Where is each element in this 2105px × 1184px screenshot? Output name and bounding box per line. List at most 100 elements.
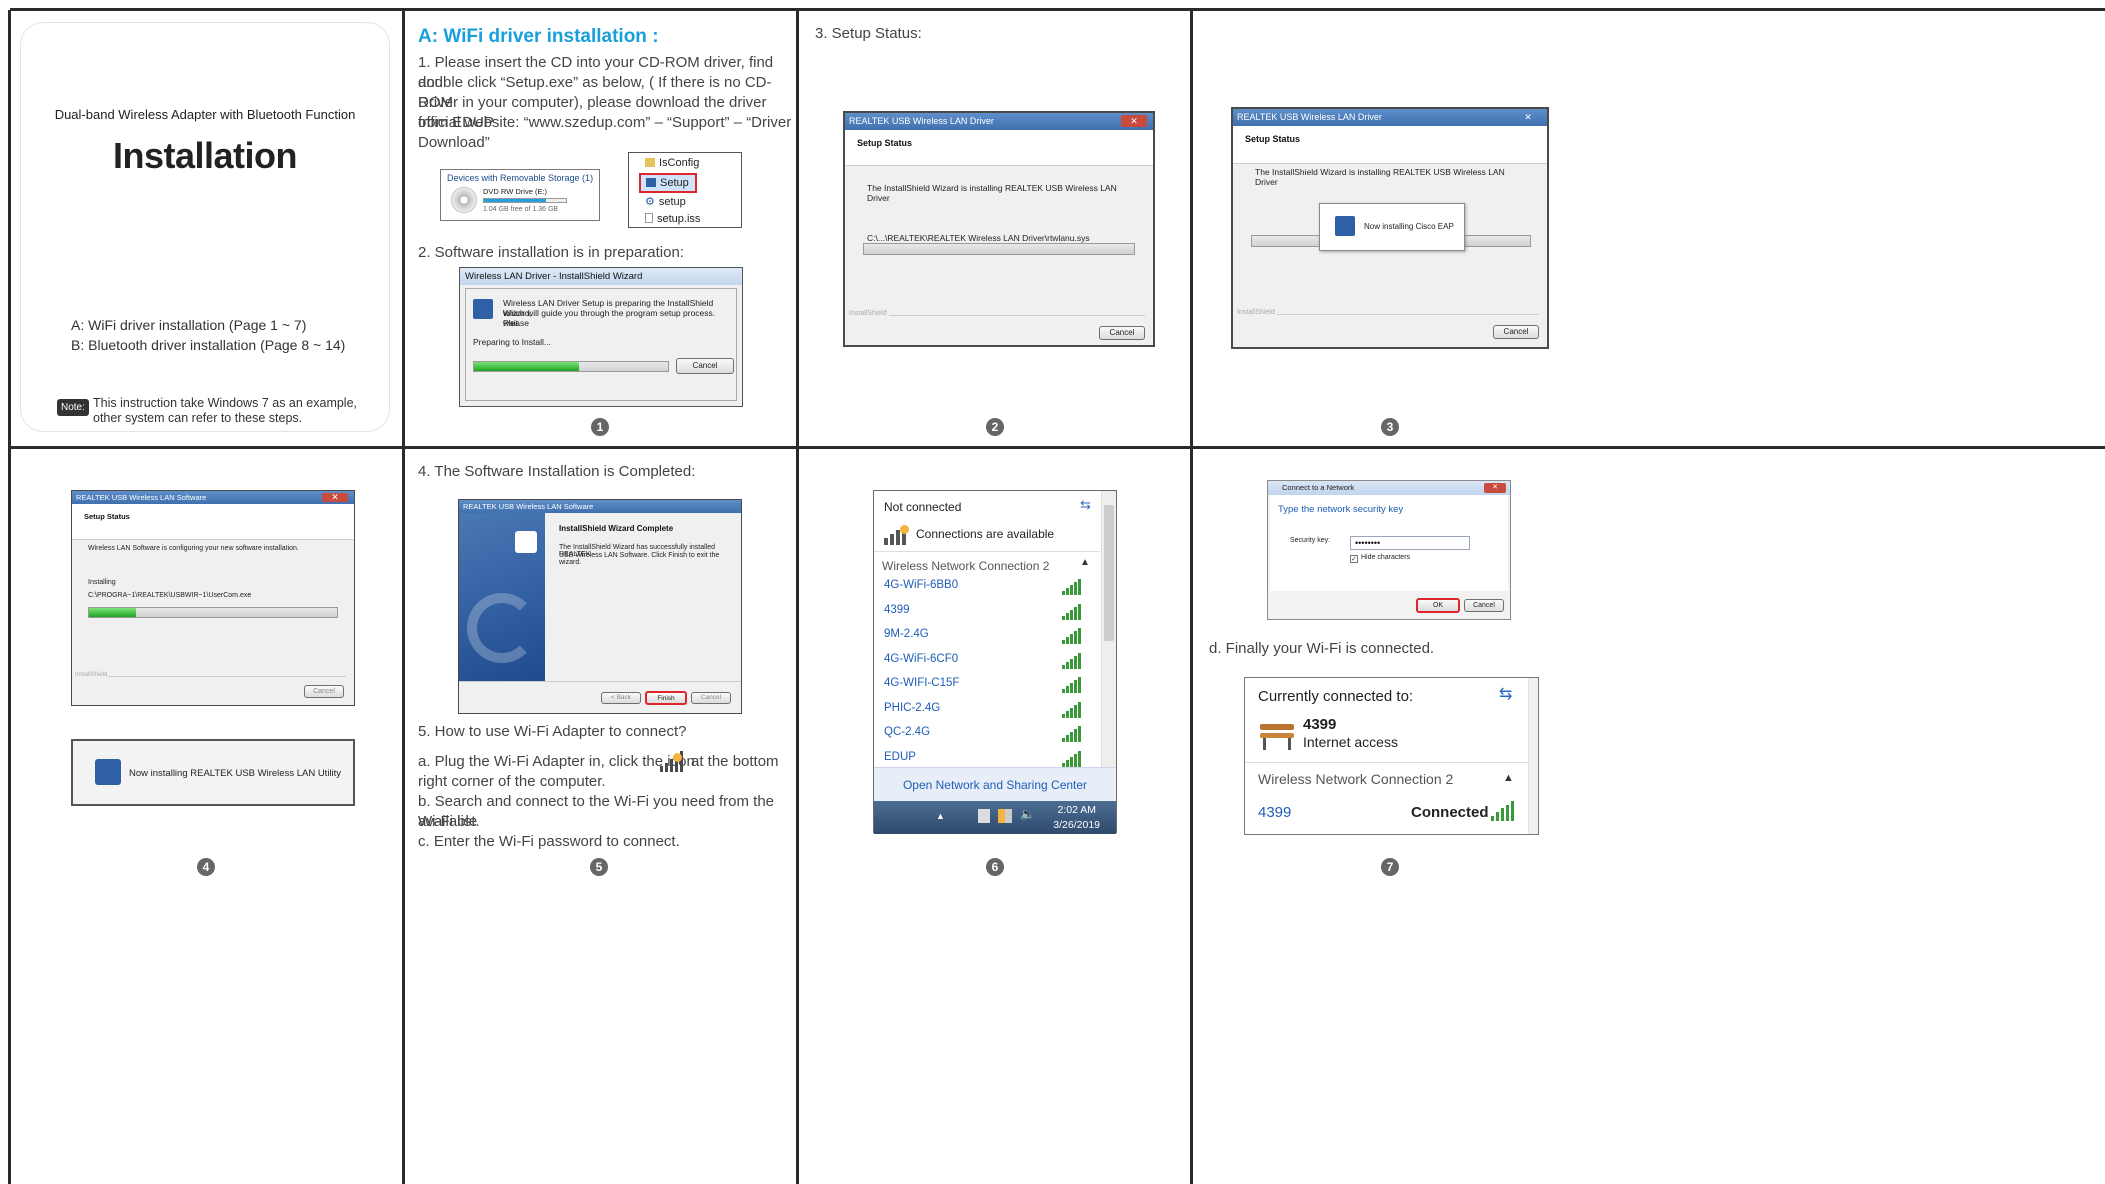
folder-icon — [645, 158, 655, 167]
step-5-text: 5. How to use Wi-Fi Adapter to connect? — [418, 723, 687, 740]
page-number: 3 — [1381, 418, 1399, 436]
network-name: 4G-WIFI-C15F — [884, 677, 960, 689]
chevron-up-icon[interactable]: ▲ — [1503, 772, 1514, 784]
file-isconfig[interactable]: IsConfig — [645, 157, 699, 169]
network-list-item[interactable]: 4399 — [874, 598, 1084, 622]
cancel-button[interactable]: Cancel — [691, 692, 731, 704]
file-label: setup — [658, 196, 686, 208]
cancel-button[interactable]: Cancel — [1493, 325, 1539, 339]
file-setup-exe[interactable]: Setup — [639, 173, 697, 193]
page-1-panel: A: WiFi driver installation : 1. Please … — [405, 11, 796, 446]
network-tray-icon[interactable] — [998, 809, 1012, 823]
software-setup-window: REALTEK USB Wireless LAN Software ✕ Setup… — [71, 490, 355, 706]
scrollbar[interactable] — [1528, 678, 1538, 834]
available-label: Connections are available — [916, 527, 1055, 541]
show-hidden-icon[interactable]: ▲ — [936, 811, 945, 821]
wizard-side-graphic — [459, 513, 545, 681]
installshield-icon — [515, 531, 537, 553]
manual-sheet: Dual-band Wireless Adapter with Bluetoot… — [0, 0, 2105, 1184]
cancel-button[interactable]: Cancel — [1464, 599, 1504, 612]
signal-strength-icon — [1062, 602, 1084, 620]
wizard-cancel-button[interactable]: Cancel — [676, 358, 734, 374]
file-label: IsConfig — [659, 157, 700, 169]
page-2-panel: 3. Setup Status: REALTEK USB Wireless LA… — [799, 11, 1190, 446]
page-number: 6 — [986, 858, 1004, 876]
ok-button[interactable]: OK — [1416, 598, 1460, 613]
utility-message: Now installing REALTEK USB Wireless LAN … — [129, 768, 342, 779]
file-setup-iss[interactable]: setup.iss — [645, 213, 700, 225]
hide-characters-checkbox[interactable]: ✓ — [1350, 555, 1358, 563]
back-button[interactable]: < Back — [601, 692, 641, 704]
network-list-item[interactable]: EDUP — [874, 745, 1084, 769]
network-list-item[interactable]: 4G-WIFI-C15F — [874, 671, 1084, 695]
internet-access-label: Internet access — [1303, 734, 1398, 750]
bench-icon — [1258, 720, 1296, 750]
network-tray-icon[interactable] — [660, 750, 686, 772]
setup-icon — [646, 178, 656, 187]
cover-panel: Dual-band Wireless Adapter with Bluetoot… — [11, 11, 402, 446]
network-list-item[interactable]: QC-2.4G — [874, 720, 1084, 744]
close-icon[interactable]: ✕ — [322, 493, 348, 502]
page-number: 2 — [986, 418, 1004, 436]
refresh-icon[interactable]: ⇆ — [1499, 684, 1512, 704]
installshield-icon — [473, 299, 493, 319]
network-flyout: Not connected ⇆ Connections are availabl… — [873, 490, 1117, 834]
footer-rule — [1277, 314, 1539, 315]
dvd-drive-icon[interactable] — [451, 187, 477, 213]
cancel-button[interactable]: Cancel — [1099, 326, 1145, 340]
file-setup[interactable]: ⚙ setup — [645, 195, 686, 208]
window-title: REALTEK USB Wireless LAN Driver ✕ — [845, 113, 1153, 130]
footer-rule — [108, 676, 346, 677]
close-icon[interactable]: ✕ — [1484, 483, 1506, 493]
footer-rule — [459, 681, 741, 682]
preparing-label: Preparing to Install... — [473, 337, 551, 347]
setup-status-window: REALTEK USB Wireless LAN Driver ✕ Setup S… — [843, 111, 1155, 347]
finish-button[interactable]: Finish — [645, 691, 687, 705]
page-7-panel: Connect to a Network ✕ Type the network s… — [1193, 449, 1584, 1184]
wizard-body: Wireless LAN Driver Setup is preparing t… — [465, 288, 737, 401]
install-path: C:\PROGRA~1\REALTEK\USBWIR~1\UserCom.exe — [88, 592, 252, 599]
installshield-icon — [1335, 216, 1355, 236]
flag-icon[interactable] — [978, 809, 990, 823]
drive-name[interactable]: DVD RW Drive (E:) — [483, 187, 547, 196]
section-label[interactable]: Wireless Network Connection 2 — [882, 559, 1049, 573]
cancel-button[interactable]: Cancel — [304, 685, 344, 698]
network-list-item[interactable]: 9M-2.4G — [874, 622, 1084, 646]
tray-time[interactable]: 2:02 AM — [1057, 804, 1096, 816]
file-label: setup.iss — [657, 213, 701, 225]
dialog-body: Type the network security key Security k… — [1270, 495, 1508, 591]
signal-strength-icon — [1062, 724, 1084, 742]
chevron-up-icon[interactable]: ▲ — [1080, 557, 1090, 568]
network-list-item[interactable]: 4G-WiFi-6BB0 — [874, 573, 1084, 597]
page-4-panel: REALTEK USB Wireless LAN Software ✕ Setup… — [11, 449, 402, 1184]
install-message: The InstallShield Wizard is installing R… — [867, 183, 1117, 203]
network-list-item[interactable]: 4G-WiFi-6CF0 — [874, 647, 1084, 671]
close-icon[interactable]: ✕ — [1121, 115, 1147, 127]
open-center-bar: Open Network and Sharing Center — [874, 767, 1116, 801]
network-list-item[interactable]: PHIC-2.4G — [874, 696, 1084, 720]
scroll-thumb[interactable] — [1104, 505, 1114, 641]
toc-b: B: Bluetooth driver installation (Page 8… — [71, 337, 346, 353]
wizard-complete-window: REALTEK USB Wireless LAN Software Instal… — [458, 499, 742, 714]
install-progress-bar — [88, 607, 338, 618]
preparing-progress-bar — [473, 361, 669, 372]
refresh-icon[interactable]: ⇆ — [1080, 497, 1091, 513]
security-key-input[interactable]: •••••••• — [1350, 536, 1470, 550]
close-icon[interactable]: ✕ — [1515, 111, 1541, 123]
volume-icon[interactable]: 🔈 — [1020, 807, 1035, 821]
signal-strength-icon — [1062, 675, 1084, 693]
page-number: 5 — [590, 858, 608, 876]
network-name: 4G-WiFi-6CF0 — [884, 652, 959, 665]
currently-connected-label: Currently connected to: — [1258, 688, 1414, 705]
open-network-center-link[interactable]: Open Network and Sharing Center — [874, 778, 1116, 792]
divider — [874, 551, 1100, 552]
window-title: REALTEK USB Wireless LAN Software ✕ — [72, 491, 354, 504]
section-label[interactable]: Wireless Network Connection 2 — [1258, 771, 1453, 787]
connect-dialog: Connect to a Network ✕ Type the network s… — [1267, 480, 1511, 620]
connected-network-name[interactable]: 4399 — [1258, 804, 1291, 821]
note-badge: Note: — [57, 399, 89, 416]
tray-date[interactable]: 3/26/2019 — [1053, 819, 1100, 831]
install-progress-bar — [863, 243, 1135, 255]
network-list: 4G-WiFi-6BB0 4399 9M-2.4G 4G-WiFi-6CF0 4G-WI… — [874, 573, 1104, 769]
swoosh-graphic — [467, 593, 537, 663]
